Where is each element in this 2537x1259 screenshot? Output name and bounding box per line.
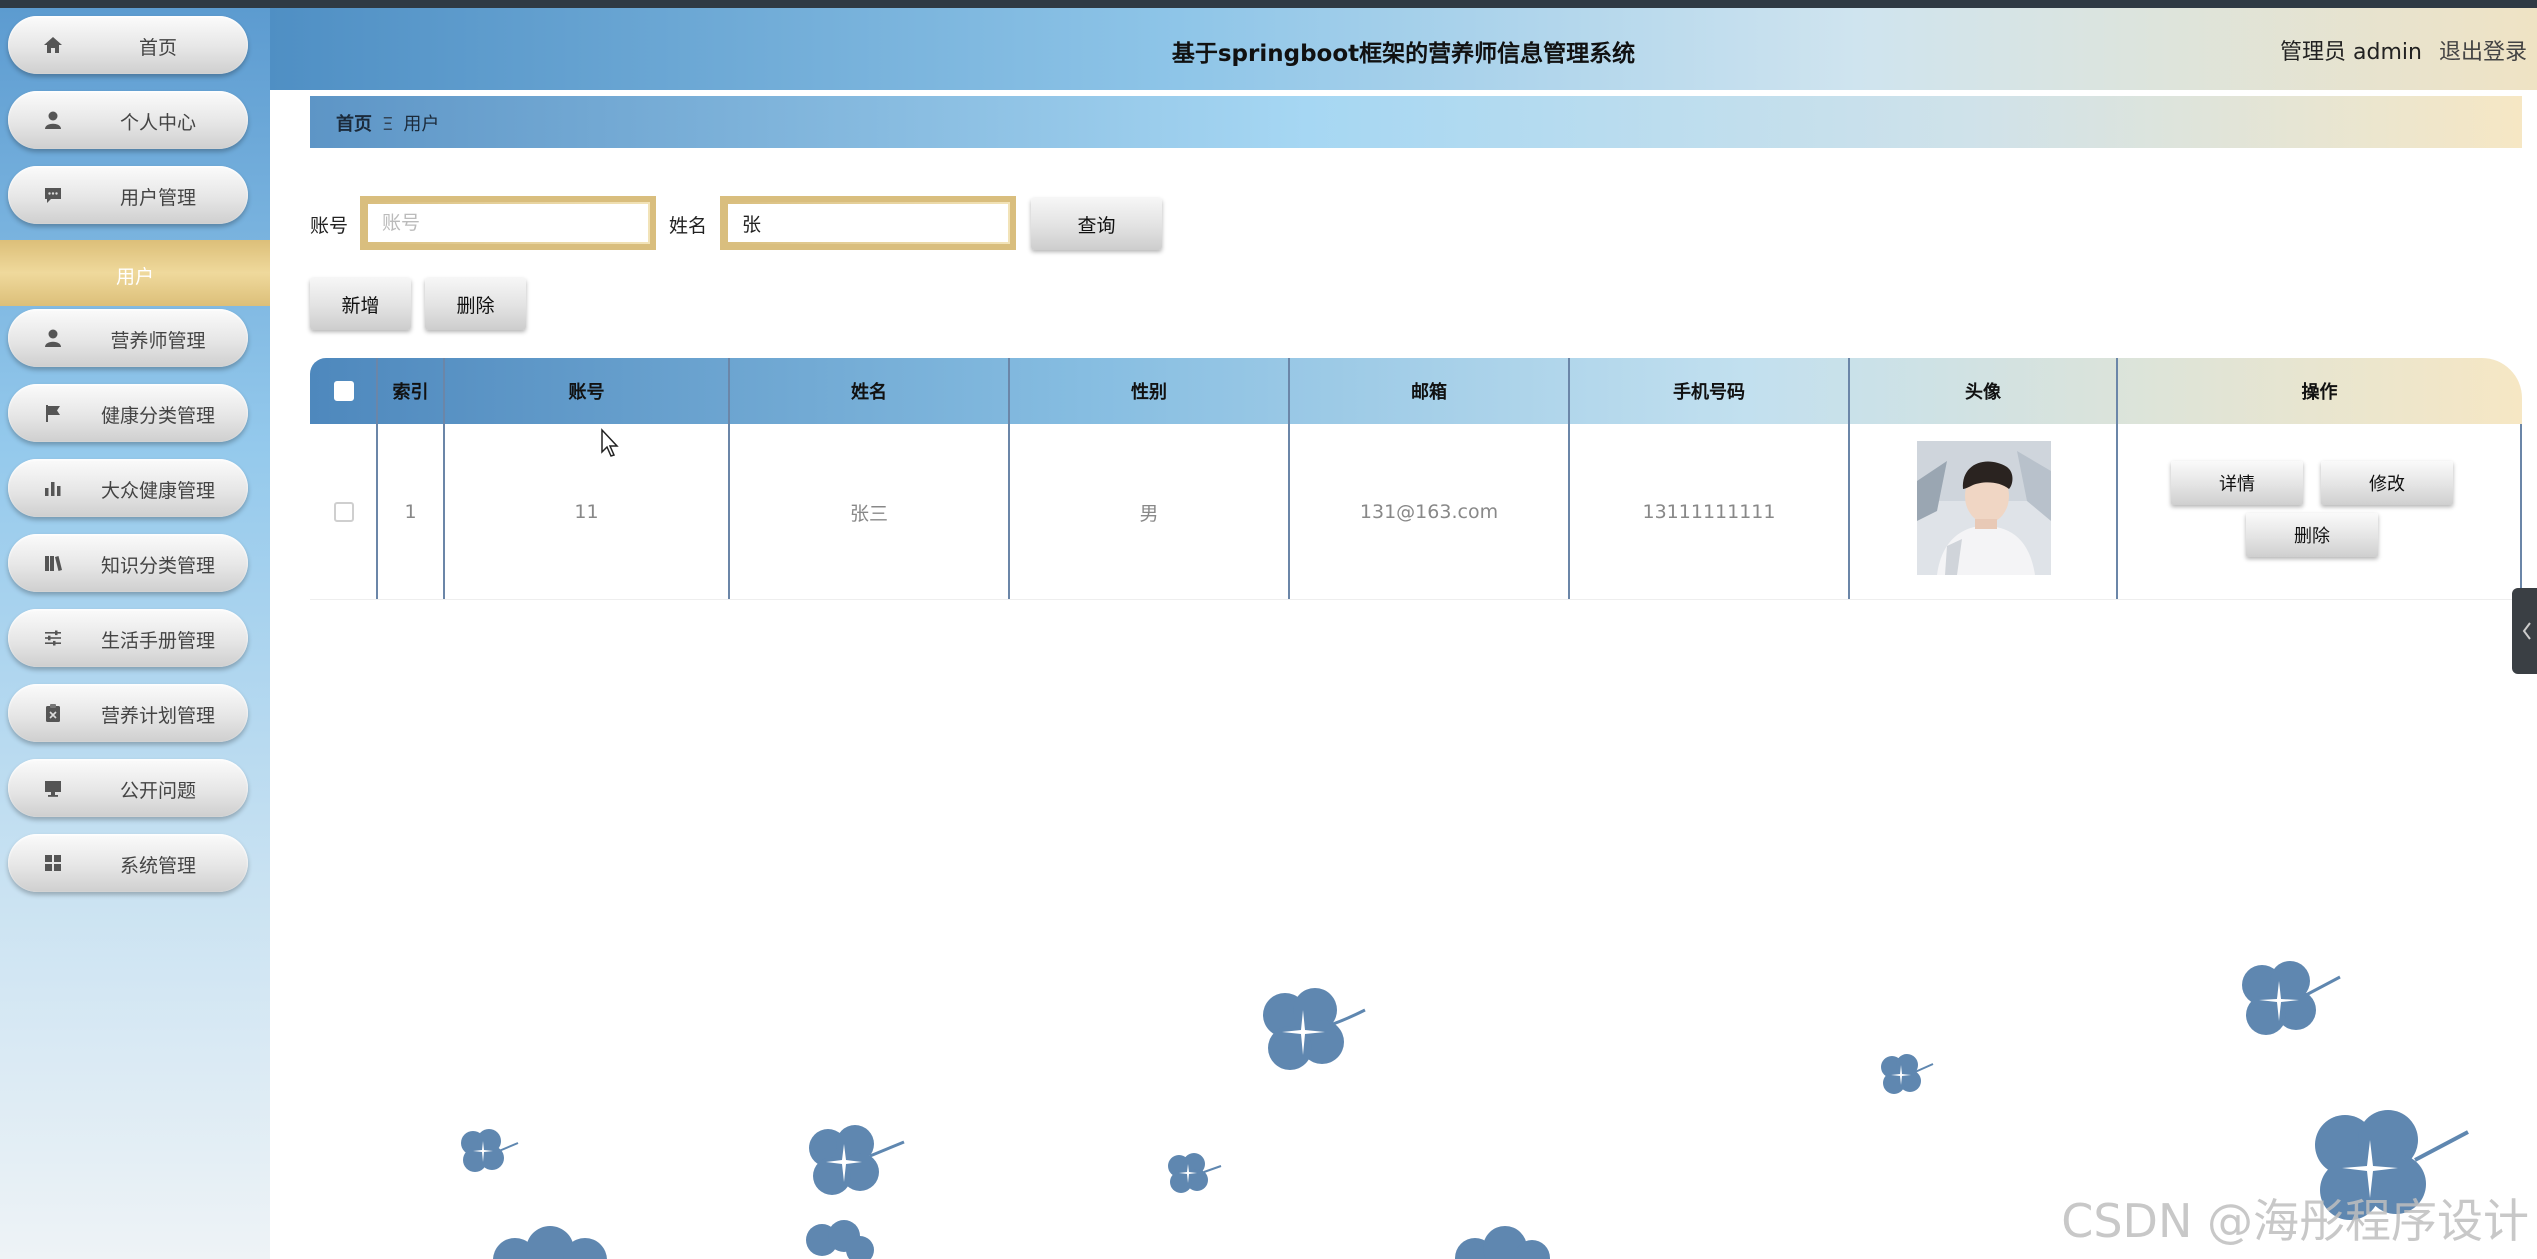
breadcrumb-current: 用户 — [403, 114, 440, 135]
account-field-frame — [360, 196, 656, 250]
table-row: 1 11 张三 男 131@163.com 13111111111 详情 修改 … — [310, 424, 2522, 600]
header-email: 邮箱 — [1411, 382, 1447, 403]
sidebar-item-label: 营养计划管理 — [100, 705, 215, 727]
detail-button[interactable]: 详情 — [2171, 461, 2303, 505]
sidebar-item-label: 大众健康管理 — [100, 480, 215, 502]
header-avatar: 头像 — [1965, 382, 2001, 403]
select-all-checkbox[interactable] — [333, 381, 354, 401]
avatar — [1917, 441, 2051, 575]
flower-decoration — [809, 1125, 905, 1195]
sidebar-item-label: 知识分类管理 — [100, 555, 215, 577]
cell-email: 131@163.com — [1359, 501, 1499, 523]
cell-index: 1 — [404, 501, 417, 523]
top-strip — [0, 0, 2537, 8]
name-field-frame — [720, 196, 1016, 250]
query-button[interactable]: 查询 — [1031, 198, 1162, 250]
sidebar-item-system-management[interactable]: 系统管理 — [8, 834, 248, 892]
breadcrumb-separator: Ξ — [382, 114, 394, 135]
sidebar-item-nutritionist-management[interactable]: 营养师管理 — [8, 309, 248, 367]
sidebar-item-nutrition-plan[interactable]: 营养计划管理 — [8, 684, 248, 742]
person-icon — [42, 327, 64, 349]
flower-decoration — [1168, 1153, 1222, 1193]
bar-chart-icon — [42, 477, 64, 499]
flower-decoration — [461, 1129, 519, 1172]
sidebar-item-label: 健康分类管理 — [100, 405, 215, 427]
row-select-cell — [310, 424, 377, 600]
name-label: 姓名 — [669, 215, 708, 237]
sidebar-item-home[interactable]: 首页 — [8, 16, 248, 74]
name-input[interactable] — [728, 204, 1008, 242]
delete-button[interactable]: 删除 — [425, 278, 526, 330]
clipboard-icon — [42, 702, 64, 724]
sidebar-item-label: 用户管理 — [119, 187, 196, 209]
mouse-cursor-icon — [601, 428, 619, 457]
row-checkbox[interactable] — [333, 502, 354, 522]
user-label: 管理员 admin — [2280, 40, 2422, 65]
monitor-icon — [42, 777, 64, 799]
row-delete-button[interactable]: 删除 — [2246, 513, 2378, 557]
page-title: 基于springboot框架的营养师信息管理系统 — [1171, 41, 1636, 67]
sidebar-item-user-management[interactable]: 用户管理 — [8, 166, 248, 224]
chat-icon — [42, 184, 64, 206]
sidebar-item-label: 公开问题 — [119, 780, 196, 802]
header-actions: 操作 — [2301, 382, 2338, 403]
cell-phone: 13111111111 — [1642, 501, 1776, 523]
sidebar-item-knowledge-category[interactable]: 知识分类管理 — [8, 534, 248, 592]
header-index: 索引 — [392, 382, 429, 403]
sidebar-item-public-health[interactable]: 大众健康管理 — [8, 459, 248, 517]
edit-button[interactable]: 修改 — [2321, 461, 2453, 505]
cell-gender: 男 — [1139, 502, 1159, 525]
book-icon — [42, 552, 64, 574]
sidebar-item-life-manual[interactable]: 生活手册管理 — [8, 609, 248, 667]
sidebar-item-profile[interactable]: 个人中心 — [8, 91, 248, 149]
account-label: 账号 — [310, 215, 349, 237]
sidebar-item-label: 个人中心 — [119, 112, 196, 134]
cell-account: 11 — [574, 501, 599, 523]
header-phone: 手机号码 — [1673, 382, 1745, 403]
cell-name: 张三 — [849, 502, 888, 525]
breadcrumb-home[interactable]: 首页 — [336, 114, 372, 135]
user-info: 管理员 admin 退出登录 — [2270, 34, 2527, 66]
sliders-icon — [42, 627, 64, 649]
header-name: 姓名 — [851, 382, 887, 403]
side-collapse-tab[interactable] — [2512, 588, 2537, 674]
sidebar-subitem-user[interactable]: 用户 — [0, 240, 270, 306]
flag-icon — [42, 402, 64, 424]
sidebar-item-label: 营养师管理 — [110, 330, 206, 352]
breadcrumb: 首页 Ξ 用户 — [310, 96, 2522, 148]
header-gender: 性别 — [1131, 382, 1167, 403]
sidebar-item-health-category[interactable]: 健康分类管理 — [8, 384, 248, 442]
flower-decoration — [1455, 1226, 1550, 1259]
table-header: 索引 账号 姓名 性别 邮箱 手机号码 头像 操作 — [310, 358, 2522, 424]
add-button[interactable]: 新增 — [310, 278, 411, 330]
logout-link[interactable]: 退出登录 — [2439, 40, 2527, 65]
header: 基于springboot框架的营养师信息管理系统 管理员 admin 退出登录 — [270, 8, 2537, 90]
sidebar-item-public-questions[interactable]: 公开问题 — [8, 759, 248, 817]
grid-icon — [42, 852, 64, 874]
flower-decoration — [1263, 988, 1366, 1070]
flower-decoration — [493, 1226, 607, 1259]
flower-decoration — [806, 1220, 874, 1259]
flower-decoration — [2242, 961, 2341, 1035]
person-icon — [42, 109, 64, 131]
sidebar: 首页 个人中心 用户管理 用户 营养师管理 健康分类管理 大众健康管理 知识分类… — [0, 8, 270, 1259]
header-account: 账号 — [568, 382, 605, 403]
sidebar-item-label: 生活手册管理 — [100, 630, 215, 652]
watermark: CSDN @海彤程序设计 — [2061, 1194, 2529, 1248]
sidebar-item-label: 首页 — [138, 37, 177, 59]
flower-decoration — [1881, 1054, 1934, 1094]
select-all-cell — [310, 358, 377, 424]
home-icon — [42, 34, 64, 56]
account-input[interactable] — [368, 204, 648, 242]
sidebar-item-label: 系统管理 — [119, 855, 196, 877]
sidebar-subitem-label: 用户 — [115, 266, 154, 288]
